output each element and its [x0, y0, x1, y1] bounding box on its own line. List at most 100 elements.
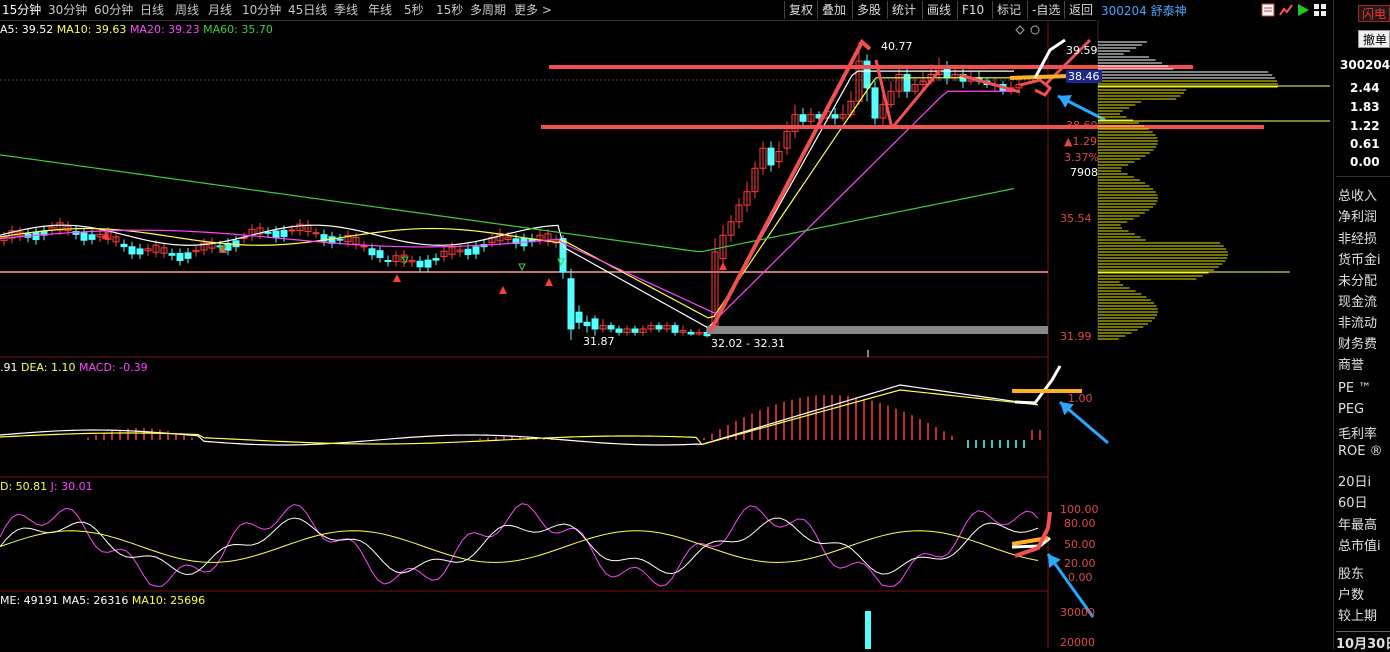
candlestick: [903, 73, 911, 92]
volume-ma5-legend: MA5: 26316: [62, 594, 129, 607]
kdj-axis-label: 0.00: [1068, 571, 1093, 584]
right-label-undistributed[interactable]: 未分配: [1338, 270, 1377, 289]
right-label-shareholders[interactable]: 股东: [1338, 563, 1364, 582]
candlestick: [376, 250, 384, 258]
up-arrow-marker: [545, 278, 553, 286]
cancel-order-button[interactable]: 撤单: [1358, 30, 1390, 48]
volume-ma10-legend: MA10: 25696: [131, 594, 206, 607]
right-label-net-profit[interactable]: 净利润: [1338, 206, 1377, 225]
price-axis-label: 31.99: [1060, 330, 1092, 343]
volume-readout: 7908: [1070, 166, 1098, 179]
ma5-legend: A5: 39.52: [0, 23, 54, 36]
right-label-year-high[interactable]: 年最高: [1338, 514, 1377, 533]
right-label-vs-previous[interactable]: 较上期: [1338, 605, 1377, 624]
kline-chart[interactable]: [0, 0, 1334, 649]
down-arrow-marker: [518, 263, 526, 272]
right-label-finance-cost[interactable]: 财务费: [1338, 333, 1377, 352]
price-change-pct: 3.37%: [1064, 151, 1099, 164]
right-label-cashflow[interactable]: 现金流: [1338, 291, 1377, 310]
kdj-k-line: [0, 517, 1039, 576]
price-axis-label: 38.60: [1066, 119, 1098, 132]
right-label-goodwill[interactable]: 商誉: [1338, 354, 1364, 373]
candlestick: [368, 248, 376, 256]
up-arrow-marker: [719, 262, 727, 270]
annotation-loop: [1019, 78, 1053, 97]
right-label-cash[interactable]: 货币金i: [1338, 249, 1381, 268]
support-zone: [707, 326, 1048, 334]
right-label-revenue[interactable]: 总收入: [1338, 185, 1377, 204]
candlestick: [312, 232, 320, 235]
candlestick: [687, 331, 695, 335]
flash-button[interactable]: 闪电: [1358, 5, 1390, 22]
right-label-roe[interactable]: ROE ®: [1338, 444, 1383, 459]
candlestick: [799, 114, 807, 122]
kdj-legend: D: 50.81 J: 30.01: [0, 480, 93, 493]
candlestick: [424, 259, 432, 268]
candlestick: [671, 325, 679, 333]
highlight-stroke: [1009, 74, 1071, 80]
candlestick: [288, 229, 296, 232]
volume-value-legend: ME: 49191: [0, 594, 59, 607]
diamond-icon: [1015, 25, 1025, 35]
annotation-red-stroke: [1014, 511, 1052, 558]
candlestick: [943, 67, 951, 79]
candlestick: [615, 328, 623, 333]
circle-icon: [1030, 25, 1040, 35]
right-label-non-recurring[interactable]: 非经损: [1338, 228, 1377, 247]
kdj-j-legend: J: 30.01: [50, 480, 93, 493]
annotation-white-stroke: [1033, 38, 1066, 79]
candlestick: [567, 278, 575, 330]
up-arrow-marker: [393, 274, 401, 282]
candlestick: [583, 321, 591, 327]
candlestick: [871, 87, 879, 119]
right-label-60day[interactable]: 60日: [1338, 492, 1368, 511]
volume-axis-label: 30000: [1060, 606, 1095, 619]
macd-value-legend: MACD: -0.39: [78, 361, 148, 374]
candlestick: [575, 311, 583, 323]
candlestick: [80, 232, 88, 241]
candlestick: [655, 325, 663, 330]
candlestick: [264, 231, 272, 234]
price-axis-label: 35.54: [1060, 212, 1092, 225]
annotation-white-stroke: [1014, 365, 1062, 405]
dea-legend: DEA: 1.10: [21, 361, 76, 374]
right-label-households[interactable]: 户数: [1338, 584, 1364, 603]
ma5-line: [0, 70, 1014, 329]
right-label-peg[interactable]: PEG: [1338, 402, 1364, 417]
price-axis-current: 38.46: [1066, 70, 1102, 83]
candlestick: [472, 246, 480, 255]
kdj-axis-label: 50.00: [1064, 538, 1096, 551]
dif-legend: .91: [0, 361, 18, 374]
candlestick: [591, 318, 599, 330]
candlestick: [128, 246, 136, 255]
candlestick: [607, 325, 615, 330]
right-value: 2.44: [1350, 81, 1380, 95]
volume-axis-label: 20000: [1060, 636, 1095, 649]
right-value: 0.00: [1350, 155, 1380, 169]
right-label-pe[interactable]: PE ™: [1338, 381, 1371, 396]
candlestick: [631, 328, 639, 333]
candlestick: [432, 258, 440, 261]
volume-legend: ME: 49191 MA5: 26316 MA10: 25696: [0, 594, 205, 607]
right-label-20day[interactable]: 20日i: [1338, 471, 1371, 490]
candlestick: [120, 243, 128, 248]
low-price-label: 31.87: [583, 335, 615, 348]
candlestick: [136, 248, 144, 255]
right-label-market-cap[interactable]: 总市值i: [1338, 535, 1381, 554]
candlestick: [767, 147, 775, 166]
kdj-axis-label: 20.00: [1064, 557, 1096, 570]
macd-axis-label: 1.00: [1068, 392, 1093, 405]
candlestick: [184, 252, 192, 259]
ma10-line: [0, 77, 1014, 319]
right-value: 0.61: [1350, 137, 1380, 151]
candlestick: [272, 230, 280, 239]
right-label-gross-margin[interactable]: 毛利率: [1338, 423, 1377, 442]
candlestick: [831, 114, 839, 119]
candlestick: [168, 253, 176, 256]
candlestick: [88, 234, 96, 240]
candlestick: [336, 238, 344, 241]
right-label-noncurrent[interactable]: 非流动: [1338, 312, 1377, 331]
up-arrow-marker: [499, 286, 507, 294]
macd-legend: .91 DEA: 1.10 MACD: -0.39: [0, 361, 148, 374]
candlestick: [416, 260, 424, 268]
